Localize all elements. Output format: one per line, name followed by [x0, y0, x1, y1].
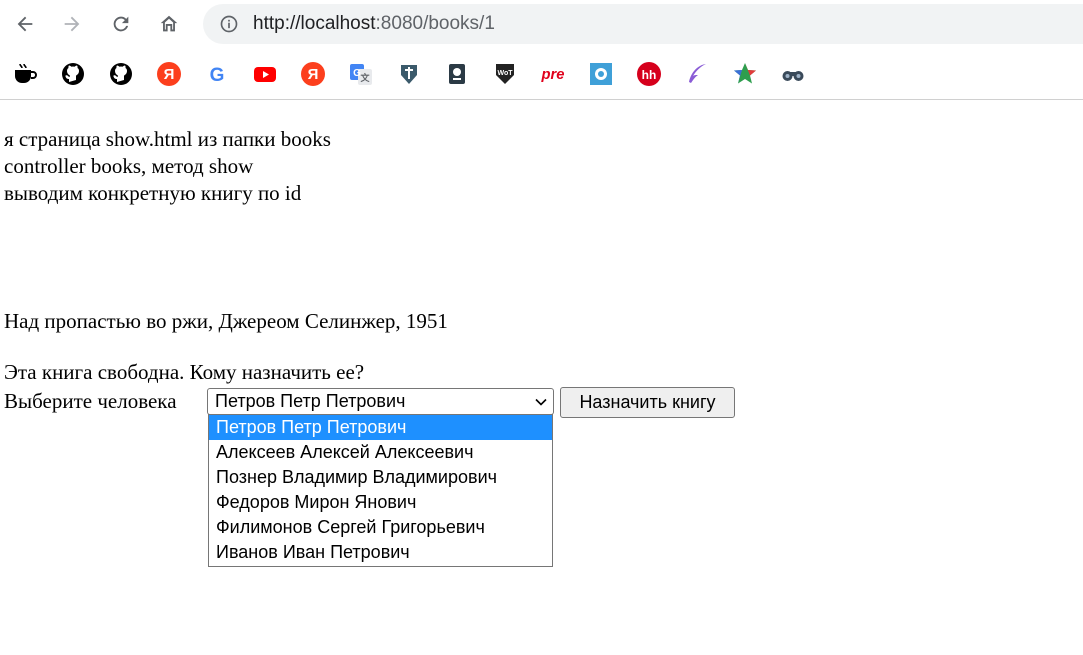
intro-line: я страница show.html из папки books — [4, 127, 331, 151]
youtube-icon[interactable] — [252, 61, 278, 87]
github-icon[interactable] — [60, 61, 86, 87]
back-button[interactable] — [10, 9, 40, 39]
yandex-icon[interactable]: Я — [300, 61, 326, 87]
dropdown-option[interactable]: Филимонов Сергей Григорьевич — [209, 515, 552, 540]
toolbar-divider — [0, 99, 1083, 100]
bookmarks-bar: Я G Я G 文 WoT pre hh — [0, 50, 1083, 98]
book-info: Над пропастью во ржи, Джереом Селинжер, … — [4, 309, 448, 333]
hh-icon[interactable]: hh — [636, 61, 662, 87]
reload-icon — [113, 16, 129, 32]
feather-icon[interactable] — [684, 61, 710, 87]
home-button[interactable] — [154, 9, 184, 39]
dropdown-option[interactable]: Петров Петр Петрович — [209, 415, 552, 440]
warships-icon[interactable] — [396, 61, 422, 87]
book-free-message: Эта книга свободна. Кому назначить ее? — [4, 360, 365, 384]
intro-line: выводим конкретную книгу по id — [4, 181, 302, 205]
chevron-down-icon — [535, 398, 547, 406]
intro-text: я страница show.html из папки books cont… — [4, 126, 331, 207]
coffee-cup-icon[interactable] — [12, 61, 38, 87]
svg-text:hh: hh — [642, 68, 657, 82]
google-translate-icon[interactable]: G文 — [348, 61, 374, 87]
svg-text:pre: pre — [541, 67, 565, 83]
svg-text:文: 文 — [359, 72, 370, 83]
github-icon[interactable] — [108, 61, 134, 87]
info-icon[interactable] — [219, 14, 239, 34]
dropdown-option[interactable]: Познер Владимир Владимирович — [209, 465, 552, 490]
person-select-value: Петров Петр Петрович — [215, 391, 406, 411]
reload-button[interactable] — [106, 9, 136, 39]
star-icon[interactable] — [732, 61, 758, 87]
arrow-right-icon — [64, 16, 80, 32]
forward-button[interactable] — [57, 9, 87, 39]
binoculars-icon[interactable] — [780, 61, 806, 87]
choose-person-label: Выберите человека — [4, 389, 177, 413]
splash-icon[interactable] — [588, 61, 614, 87]
pre-icon[interactable]: pre — [540, 61, 566, 87]
book-icon[interactable] — [444, 61, 470, 87]
url-text: http://localhost:8080/books/1 — [253, 13, 495, 35]
svg-text:G: G — [210, 65, 225, 86]
person-select[interactable]: Петров Петр Петрович — [207, 388, 554, 415]
svg-text:Я: Я — [308, 66, 319, 83]
yandex-icon[interactable]: Я — [156, 61, 182, 87]
svg-text:Я: Я — [164, 66, 175, 83]
svg-text:WoT: WoT — [497, 70, 513, 77]
url-host: http://localhost — [253, 13, 376, 34]
browser-toolbar: http://localhost:8080/books/1 — [0, 0, 1083, 50]
dropdown-option[interactable]: Алексеев Алексей Алексеевич — [209, 440, 552, 465]
url-path: :8080/books/1 — [375, 13, 495, 34]
arrow-left-icon — [17, 16, 33, 32]
dropdown-option[interactable]: Иванов Иван Петрович — [209, 540, 552, 565]
google-icon[interactable]: G — [204, 61, 230, 87]
address-bar[interactable]: http://localhost:8080/books/1 — [203, 4, 1083, 44]
home-icon — [160, 15, 178, 32]
assign-book-button[interactable]: Назначить книгу — [560, 387, 735, 418]
tanks-icon[interactable]: WoT — [492, 61, 518, 87]
dropdown-option[interactable]: Федоров Мирон Янович — [209, 490, 552, 515]
intro-line: controller books, метод show — [4, 154, 254, 178]
person-dropdown-list: Петров Петр Петрович Алексеев Алексей Ал… — [208, 414, 553, 567]
